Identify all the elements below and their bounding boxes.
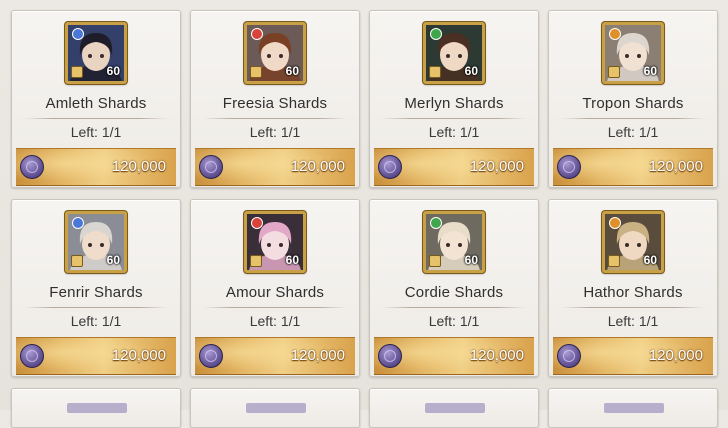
- level-label: 60: [643, 64, 657, 78]
- price-amount: 120,000: [111, 347, 166, 364]
- price-amount: 120,000: [290, 158, 345, 175]
- character-portrait: 60: [602, 22, 664, 84]
- price-button[interactable]: 120,000: [553, 337, 713, 375]
- shard-piece-icon: [250, 255, 262, 267]
- level-label: 60: [285, 64, 299, 78]
- price-button[interactable]: 120,000: [16, 148, 176, 186]
- purple-coin-icon: [20, 155, 44, 179]
- divider: [203, 307, 347, 308]
- character-portrait: 60: [423, 211, 485, 273]
- character-portrait: [246, 403, 306, 413]
- item-name: Cordie Shards: [404, 284, 504, 301]
- element-icon: [251, 217, 263, 229]
- purple-coin-icon: [378, 344, 402, 368]
- purple-coin-icon: [557, 155, 581, 179]
- remaining-count: Left: 1/1: [249, 313, 301, 329]
- shard-piece-icon: [250, 66, 262, 78]
- shard-item-card[interactable]: 60 Fenrir Shards Left: 1/1 120,000: [11, 199, 181, 377]
- character-portrait: [425, 403, 485, 413]
- level-label: 60: [464, 64, 478, 78]
- price-button[interactable]: 120,000: [16, 337, 176, 375]
- shard-shop-grid: 60 Amleth Shards Left: 1/1 120,000 60 Fr…: [0, 0, 728, 428]
- element-icon: [430, 217, 442, 229]
- shard-piece-icon: [71, 66, 83, 78]
- item-name: Amour Shards: [225, 284, 325, 301]
- shard-item-card[interactable]: 60 Tropon Shards Left: 1/1 120,000: [548, 10, 718, 188]
- remaining-count: Left: 1/1: [249, 124, 301, 140]
- shard-item-card[interactable]: 60 Hathor Shards Left: 1/1 120,000: [548, 199, 718, 377]
- divider: [24, 118, 168, 119]
- remaining-count: Left: 1/1: [428, 124, 480, 140]
- divider: [203, 118, 347, 119]
- price-amount: 120,000: [290, 347, 345, 364]
- price-amount: 120,000: [111, 158, 166, 175]
- purple-coin-icon: [378, 155, 402, 179]
- character-portrait: 60: [244, 22, 306, 84]
- remaining-count: Left: 1/1: [70, 124, 122, 140]
- item-name: Fenrir Shards: [49, 284, 143, 301]
- level-label: 60: [285, 253, 299, 267]
- level-label: 60: [643, 253, 657, 267]
- level-label: 60: [464, 253, 478, 267]
- price-button[interactable]: 120,000: [374, 337, 534, 375]
- item-name: Hathor Shards: [583, 284, 683, 301]
- shard-item-card[interactable]: [190, 388, 360, 428]
- shard-item-card[interactable]: 60 Amleth Shards Left: 1/1 120,000: [11, 10, 181, 188]
- price-amount: 120,000: [648, 158, 703, 175]
- element-icon: [609, 28, 621, 40]
- shard-piece-icon: [608, 66, 620, 78]
- shard-item-card[interactable]: [548, 388, 718, 428]
- remaining-count: Left: 1/1: [607, 124, 659, 140]
- shard-item-card[interactable]: [11, 388, 181, 428]
- shard-item-card[interactable]: [369, 388, 539, 428]
- shard-piece-icon: [429, 66, 441, 78]
- remaining-count: Left: 1/1: [428, 313, 480, 329]
- item-name: Amleth Shards: [45, 95, 147, 112]
- price-button[interactable]: 120,000: [553, 148, 713, 186]
- level-label: 60: [106, 64, 120, 78]
- shard-item-card[interactable]: 60 Cordie Shards Left: 1/1 120,000: [369, 199, 539, 377]
- remaining-count: Left: 1/1: [70, 313, 122, 329]
- divider: [382, 307, 526, 308]
- price-button[interactable]: 120,000: [195, 148, 355, 186]
- level-label: 60: [106, 253, 120, 267]
- shard-piece-icon: [429, 255, 441, 267]
- divider: [24, 307, 168, 308]
- character-portrait: 60: [65, 211, 127, 273]
- price-button[interactable]: 120,000: [195, 337, 355, 375]
- price-amount: 120,000: [648, 347, 703, 364]
- element-icon: [430, 28, 442, 40]
- shard-item-card[interactable]: 60 Merlyn Shards Left: 1/1 120,000: [369, 10, 539, 188]
- element-icon: [609, 217, 621, 229]
- character-portrait: [604, 403, 664, 413]
- character-portrait: 60: [65, 22, 127, 84]
- divider: [382, 118, 526, 119]
- item-name: Merlyn Shards: [404, 95, 504, 112]
- divider: [561, 118, 705, 119]
- character-portrait: 60: [423, 22, 485, 84]
- shard-item-card[interactable]: 60 Amour Shards Left: 1/1 120,000: [190, 199, 360, 377]
- item-name: Freesia Shards: [222, 95, 328, 112]
- shard-piece-icon: [608, 255, 620, 267]
- divider: [561, 307, 705, 308]
- character-portrait: [67, 403, 127, 413]
- purple-coin-icon: [557, 344, 581, 368]
- character-portrait: 60: [244, 211, 306, 273]
- element-icon: [72, 28, 84, 40]
- purple-coin-icon: [199, 155, 223, 179]
- purple-coin-icon: [199, 344, 223, 368]
- shard-item-card[interactable]: 60 Freesia Shards Left: 1/1 120,000: [190, 10, 360, 188]
- element-icon: [72, 217, 84, 229]
- price-amount: 120,000: [469, 347, 524, 364]
- shard-piece-icon: [71, 255, 83, 267]
- item-name: Tropon Shards: [582, 95, 684, 112]
- character-portrait: 60: [602, 211, 664, 273]
- price-amount: 120,000: [469, 158, 524, 175]
- element-icon: [251, 28, 263, 40]
- price-button[interactable]: 120,000: [374, 148, 534, 186]
- remaining-count: Left: 1/1: [607, 313, 659, 329]
- purple-coin-icon: [20, 344, 44, 368]
